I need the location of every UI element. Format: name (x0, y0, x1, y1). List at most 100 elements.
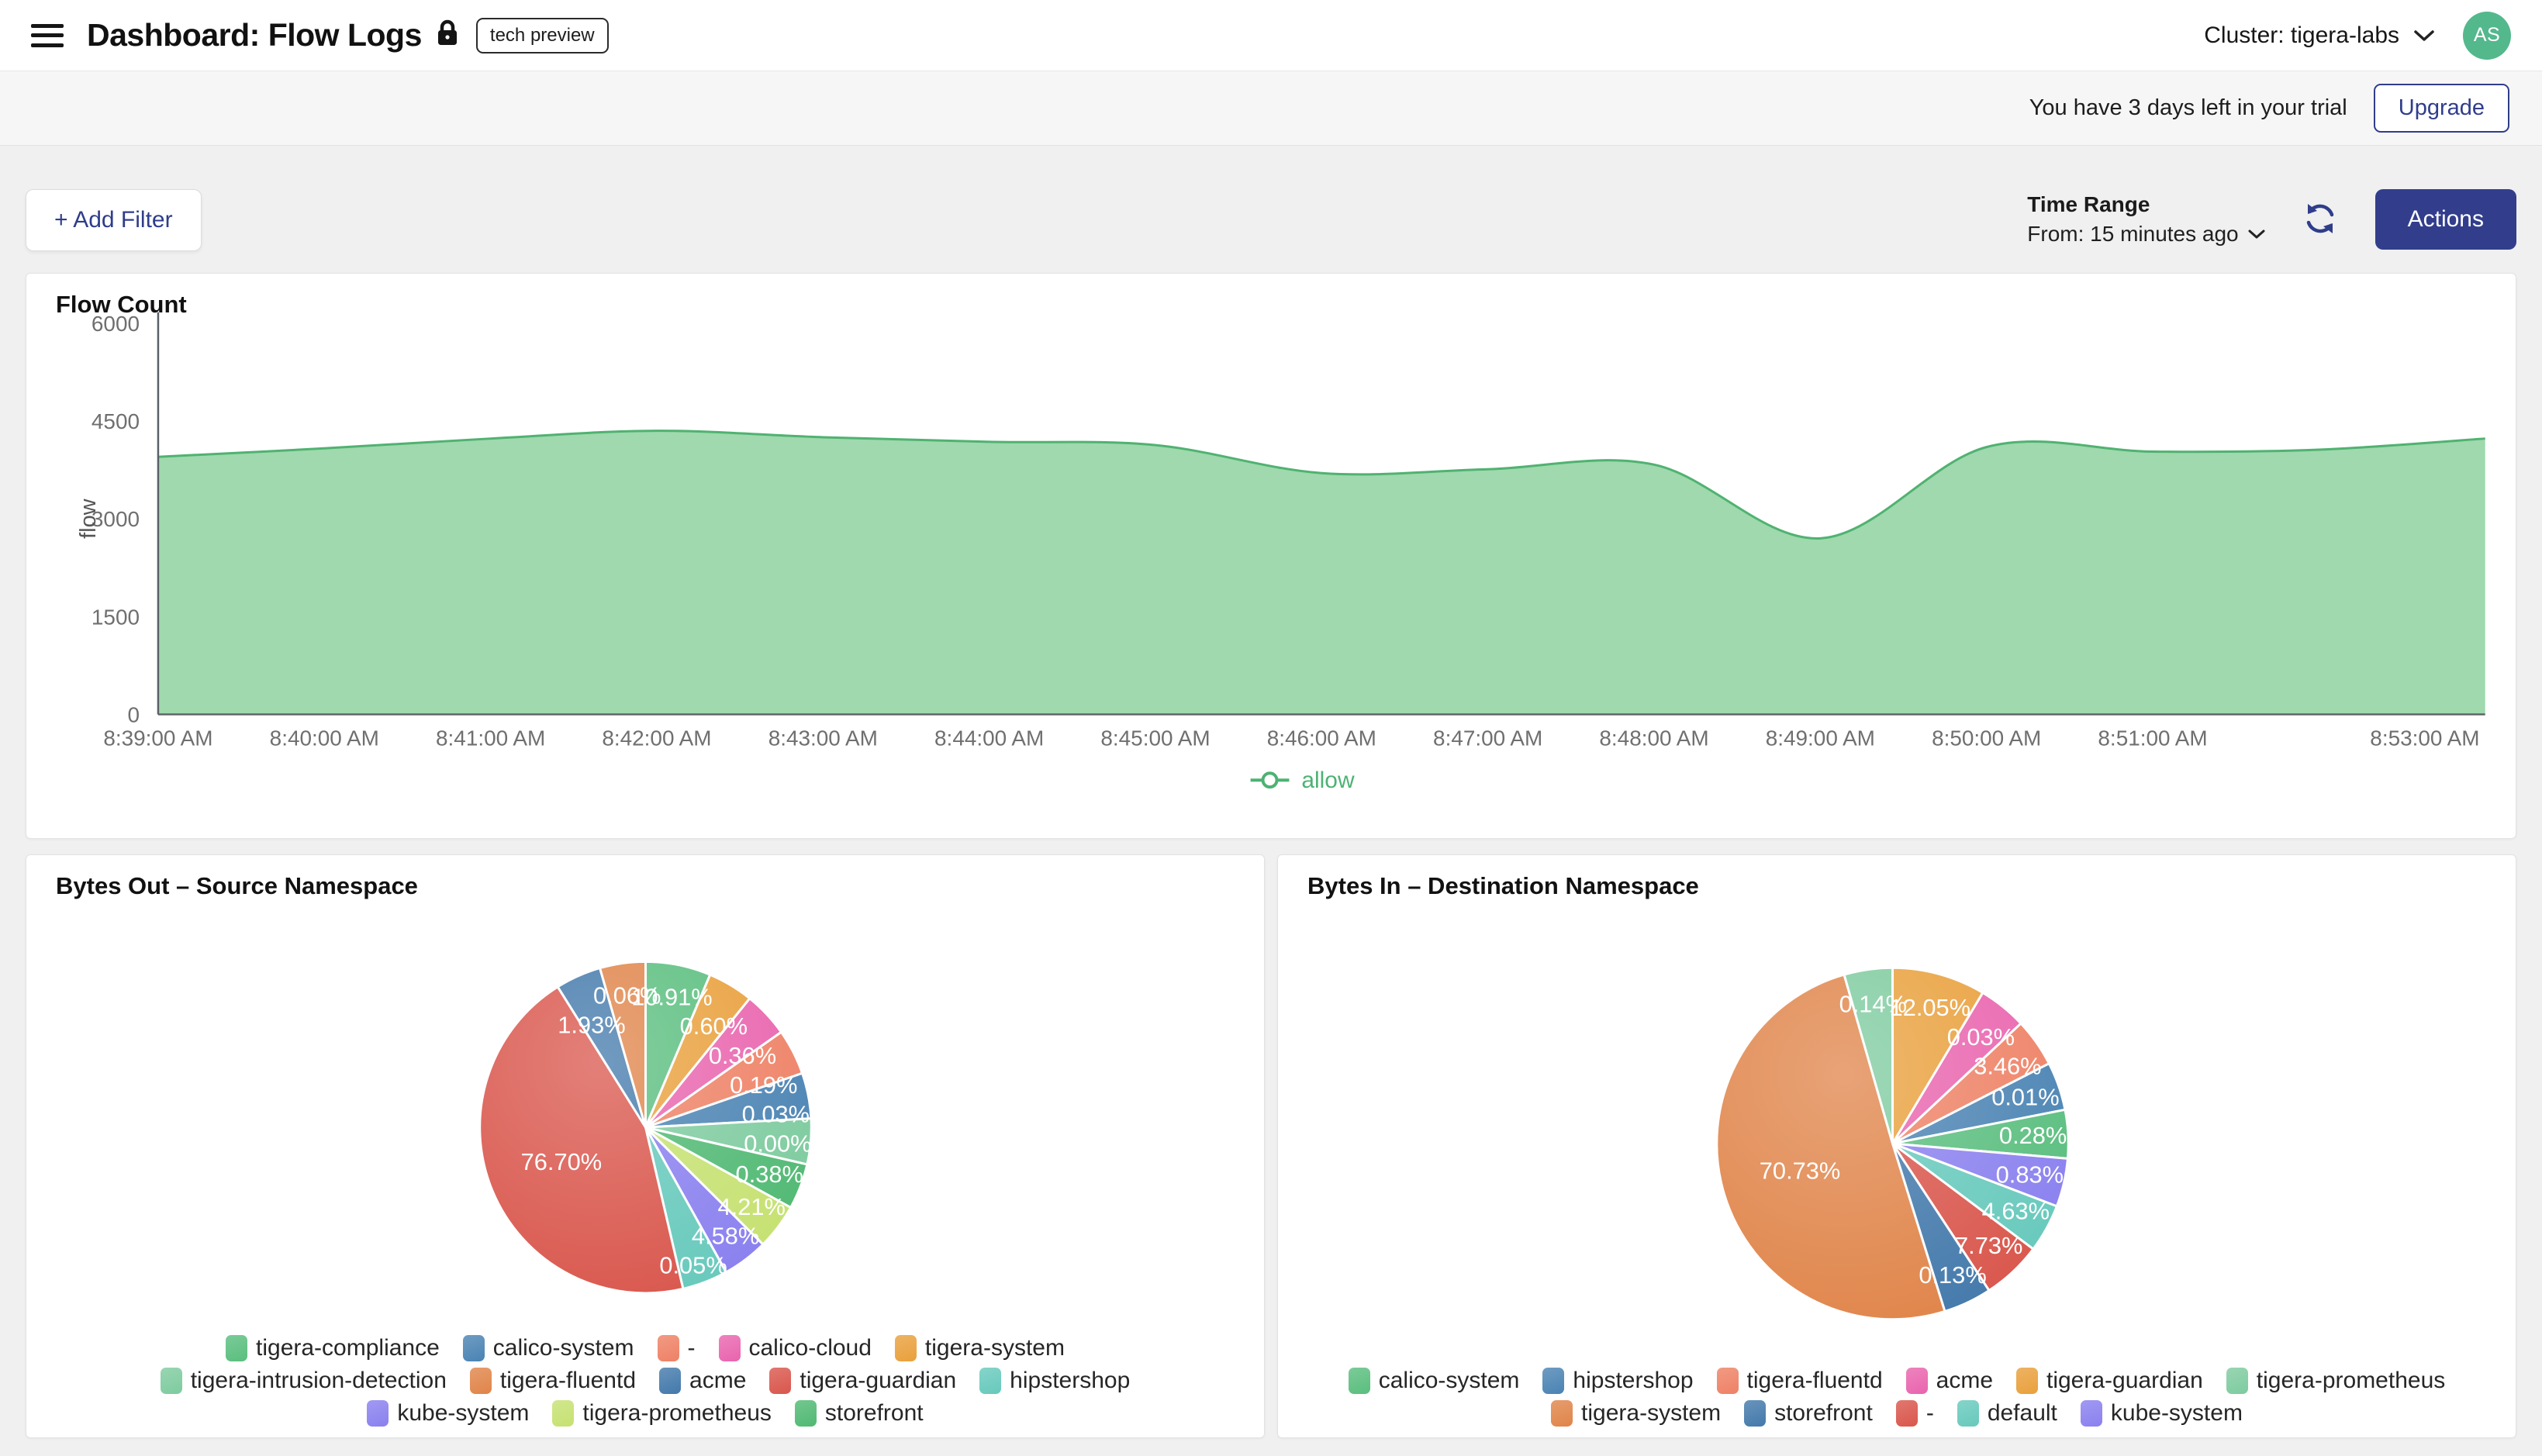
upgrade-button[interactable]: Upgrade (2374, 84, 2509, 133)
legend-item-tigera-compliance[interactable]: tigera-compliance (226, 1335, 440, 1361)
pie-slice-label: 0.83% (1996, 1161, 2064, 1188)
legend-label: calico-cloud (749, 1335, 872, 1361)
legend-item--[interactable]: - (658, 1335, 696, 1361)
time-range-title: Time Range (2027, 192, 2264, 217)
legend-item-default[interactable]: default (1957, 1400, 2057, 1427)
refresh-button[interactable] (2299, 198, 2341, 242)
bytes-in-pie-chart[interactable]: 12.05%0.03%3.46%0.01%0.28%0.83%4.63%7.73… (1278, 855, 2516, 1437)
tech-preview-badge: tech preview (476, 18, 609, 53)
legend-swatch (2226, 1368, 2248, 1394)
legend-swatch (1542, 1368, 1564, 1394)
pie-slice-label: 0.28% (1999, 1122, 2067, 1149)
legend-item-tigera-guardian[interactable]: tigera-guardian (2016, 1368, 2203, 1394)
legend-item-tigera-fluentd[interactable]: tigera-fluentd (470, 1368, 636, 1394)
legend-swatch (1551, 1400, 1573, 1427)
y-tick-label: 0 (127, 702, 140, 726)
legend-item-storefront[interactable]: storefront (795, 1400, 924, 1427)
legend-item-storefront[interactable]: storefront (1744, 1400, 1873, 1427)
pie-slice-label: 0.38% (736, 1161, 803, 1188)
page-title: Dashboard: Flow Logs (87, 17, 422, 53)
legend-label: default (1988, 1400, 2057, 1427)
legend-label: tigera-intrusion-detection (191, 1368, 447, 1394)
time-range-value: From: 15 minutes ago (2027, 222, 2238, 247)
chevron-down-icon (2248, 229, 2265, 240)
trial-banner: You have 3 days left in your trial Upgra… (0, 71, 2542, 146)
top-bar: Dashboard: Flow Logs tech preview Cluste… (0, 0, 2542, 71)
legend-swatch (769, 1368, 791, 1394)
legend-swatch (719, 1335, 741, 1361)
x-tick-label: 8:40:00 AM (270, 726, 379, 750)
legend-label: - (1926, 1400, 1934, 1427)
legend-swatch (979, 1368, 1001, 1394)
legend-item-tigera-intrusion-detection[interactable]: tigera-intrusion-detection (161, 1368, 447, 1394)
legend-item-hipstershop[interactable]: hipstershop (1542, 1368, 1693, 1394)
legend-swatch (463, 1335, 485, 1361)
pie-slice-label: 0.06% (593, 982, 661, 1009)
allow-legend-marker-dot (1263, 773, 1277, 787)
x-tick-label: 8:39:00 AM (103, 726, 212, 750)
legend-item-tigera-prometheus[interactable]: tigera-prometheus (2226, 1368, 2445, 1394)
legend-item-calico-system[interactable]: calico-system (463, 1335, 634, 1361)
legend-item-tigera-fluentd[interactable]: tigera-fluentd (1717, 1368, 1883, 1394)
legend-label: tigera-compliance (256, 1335, 440, 1361)
legend-label: acme (1936, 1368, 1993, 1394)
pie-slice-label: 0.60% (680, 1013, 748, 1040)
legend-swatch (226, 1335, 247, 1361)
y-tick-label: 4500 (92, 409, 140, 433)
legend-item-hipstershop[interactable]: hipstershop (979, 1368, 1130, 1394)
legend-swatch (2081, 1400, 2102, 1427)
pie-slice-label: 0.36% (709, 1042, 776, 1069)
pie-slice-label: 4.63% (1982, 1198, 2050, 1225)
legend-swatch (895, 1335, 917, 1361)
legend-row: calico-system hipstershop tigera-fluentd ac… (1278, 1368, 2516, 1394)
legend-item--[interactable]: - (1896, 1400, 1934, 1427)
legend-item-calico-system[interactable]: calico-system (1349, 1368, 1520, 1394)
legend-swatch (1957, 1400, 1979, 1427)
hamburger-menu-icon[interactable] (31, 24, 64, 47)
legend-label: storefront (1774, 1400, 1873, 1427)
legend-label: calico-system (1379, 1368, 1520, 1394)
legend-row: tigera-system storefront - default kube-syst… (1278, 1400, 2516, 1427)
x-tick-label: 8:51:00 AM (2098, 726, 2207, 750)
flow-count-chart[interactable]: 01500300045006000flow8:39:00 AM8:40:00 A… (26, 274, 2516, 838)
refresh-icon (2302, 201, 2338, 236)
x-tick-label: 8:53:00 AM (2370, 726, 2479, 750)
pie-slice-label: 0.00% (744, 1130, 811, 1157)
legend-item-acme[interactable]: acme (659, 1368, 746, 1394)
legend-item-tigera-prometheus[interactable]: tigera-prometheus (552, 1400, 771, 1427)
legend-item-tigera-system[interactable]: tigera-system (1551, 1400, 1721, 1427)
x-tick-label: 8:48:00 AM (1599, 726, 1708, 750)
legend-label: storefront (825, 1400, 924, 1427)
legend-swatch (552, 1400, 574, 1427)
pie-slice-label: 0.03% (742, 1101, 810, 1128)
allow-legend-label[interactable]: allow (1301, 768, 1355, 793)
legend-label: tigera-prometheus (2257, 1368, 2445, 1394)
actions-button[interactable]: Actions (2375, 189, 2516, 250)
legend-swatch (1717, 1368, 1739, 1394)
legend-item-tigera-guardian[interactable]: tigera-guardian (769, 1368, 956, 1394)
legend-swatch (367, 1400, 389, 1427)
time-range-selector[interactable]: Time Range From: 15 minutes ago (2027, 192, 2264, 247)
legend-item-kube-system[interactable]: kube-system (367, 1400, 529, 1427)
legend-item-kube-system[interactable]: kube-system (2081, 1400, 2243, 1427)
avatar[interactable]: AS (2463, 12, 2511, 60)
bytes-out-title: Bytes Out – Source Namespace (56, 872, 418, 900)
y-axis-title: flow (76, 499, 101, 539)
bytes-in-legend: calico-system hipstershop tigera-fluentd ac… (1278, 1368, 2516, 1427)
legend-label: tigera-prometheus (582, 1400, 771, 1427)
add-filter-button[interactable]: + Add Filter (26, 189, 202, 251)
flow-count-panel: Flow Count 01500300045006000flow8:39:00 … (26, 273, 2516, 839)
legend-item-acme[interactable]: acme (1906, 1368, 1993, 1394)
x-tick-label: 8:44:00 AM (934, 726, 1044, 750)
legend-label: tigera-fluentd (1747, 1368, 1883, 1394)
pie-slice-label: 70.73% (1760, 1158, 1841, 1185)
cluster-selector[interactable]: Cluster: tigera-labs (2204, 22, 2435, 49)
legend-swatch (161, 1368, 182, 1394)
flow-count-title: Flow Count (56, 291, 187, 319)
legend-item-tigera-system[interactable]: tigera-system (895, 1335, 1065, 1361)
trial-message: You have 3 days left in your trial (2029, 95, 2347, 121)
pie-slice-label: 0.13% (1919, 1261, 1986, 1289)
legend-swatch (2016, 1368, 2038, 1394)
legend-label: - (688, 1335, 696, 1361)
legend-item-calico-cloud[interactable]: calico-cloud (719, 1335, 872, 1361)
